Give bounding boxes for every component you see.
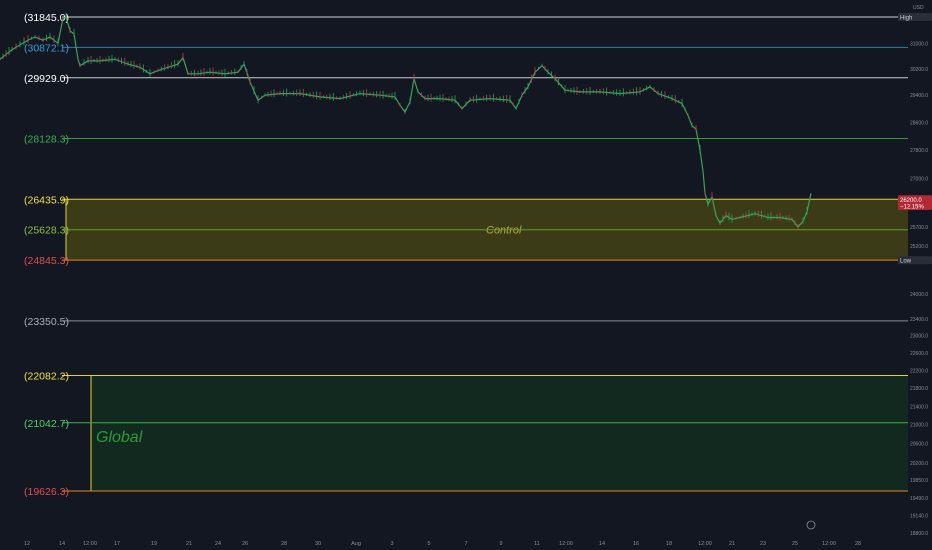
time-axis-layer: 12 14 12:00 17 19 21 24 26 28 30 Aug 3 5 7 9 11 12:00 14 1… xyxy=(24,520,861,547)
y-tick-label: 18800.0 xyxy=(910,531,928,537)
x-tick-label: 21 xyxy=(729,541,735,547)
x-tick-label: Aug xyxy=(351,541,361,547)
y-tick-label: 19490.0 xyxy=(910,496,928,502)
x-tick-label: 17 xyxy=(114,541,120,547)
level-label: (22082.2) xyxy=(24,371,69,383)
x-tick-label: 12:00 xyxy=(698,541,712,547)
y-tick-label: 19850.0 xyxy=(910,478,928,484)
y-tick-label: 27000.0 xyxy=(910,177,928,183)
price-tag[interactable]: −12.15% xyxy=(898,201,932,211)
y-tick-label: 20200.0 xyxy=(910,461,928,467)
y-tick-label: 28600.0 xyxy=(910,120,928,126)
x-tick-label: 7 xyxy=(464,541,467,547)
y-tick-label: 31000.0 xyxy=(910,41,928,47)
y-tick-label: 27800.0 xyxy=(910,148,928,154)
price-tag-label: −12.15% xyxy=(900,204,925,210)
y-tick-label: 19140.0 xyxy=(910,514,928,520)
level-label: (24845.3) xyxy=(24,255,69,267)
event-marker-icon[interactable] xyxy=(806,520,816,530)
x-tick-label: 28 xyxy=(855,541,861,547)
level-label: (26435.9) xyxy=(24,194,69,206)
y-tick-label: 20600.0 xyxy=(910,442,928,448)
x-tick-label: 24 xyxy=(215,541,221,547)
x-tick-label: 28 xyxy=(281,541,287,547)
x-tick-label: 25 xyxy=(792,541,798,547)
x-tick-label: 5 xyxy=(427,541,430,547)
zone-label-control: Control xyxy=(486,225,522,237)
x-tick-label: 12:00 xyxy=(822,541,836,547)
price-tag[interactable]: High xyxy=(898,13,932,22)
x-tick-label: 19 xyxy=(151,541,157,547)
y-tick-label: 22200.0 xyxy=(910,368,928,374)
y-tick-label: 24000.0 xyxy=(910,292,928,298)
x-tick-label: 14 xyxy=(59,541,65,547)
price-tag[interactable]: Low xyxy=(898,256,932,265)
x-tick-label: 9 xyxy=(499,541,502,547)
level-label: (21042.7) xyxy=(24,418,69,430)
y-tick-label: 29400.0 xyxy=(910,93,928,99)
level-label: (19626.3) xyxy=(24,486,69,498)
zone-global xyxy=(91,375,908,491)
x-tick-label: 30 xyxy=(315,541,321,547)
y-tick-label: 30200.0 xyxy=(910,67,928,73)
price-series-layer xyxy=(0,14,812,229)
y-tick-label: 21800.0 xyxy=(910,386,928,392)
x-tick-label: 26 xyxy=(242,541,248,547)
x-tick-label: 12 xyxy=(24,541,30,547)
y-tick-label: 21000.0 xyxy=(910,423,928,429)
level-label: (23350.5) xyxy=(24,316,69,328)
price-chart[interactable]: ControlGlobal (31845.0)(30872.1)(29929.0… xyxy=(0,0,932,550)
x-tick-label: 21 xyxy=(186,541,192,547)
price-axis-layer: USD 31000.0 30200.0 29400.0 28600.0 27800.0 27… xyxy=(908,0,932,550)
x-tick-label: 3 xyxy=(390,541,393,547)
price-axis-bg xyxy=(908,0,932,550)
x-tick-label: 14 xyxy=(599,541,605,547)
level-label: (29929.0) xyxy=(24,73,69,85)
x-tick-label: 12:00 xyxy=(83,541,97,547)
zones-layer: Control Global xyxy=(65,199,908,491)
y-tick-label: 23400.0 xyxy=(910,317,928,323)
y-tick-label: 23000.0 xyxy=(910,334,928,340)
level-label: (28128.3) xyxy=(24,134,69,146)
x-tick-label: 11 xyxy=(534,541,540,547)
price-tag-label: Low xyxy=(900,259,912,265)
y-tick-label: 25700.0 xyxy=(910,225,928,231)
y-tick-label: 25200.0 xyxy=(910,244,928,250)
price-tag-label: High xyxy=(900,16,912,22)
x-tick-label: 18 xyxy=(666,541,672,547)
chart-root: Control Global (31845.0) (30872.1) (29929.0… xyxy=(0,0,932,550)
x-tick-label: 16 xyxy=(633,541,639,547)
y-tick-label: 21400.0 xyxy=(910,404,928,410)
y-tick-label: 22600.0 xyxy=(910,351,928,357)
x-tick-label: 12:00 xyxy=(559,541,573,547)
zone-label-global: Global xyxy=(96,429,143,446)
price-line xyxy=(0,16,812,228)
y-axis-title: USD xyxy=(913,5,924,11)
x-tick-label: 23 xyxy=(760,541,766,547)
level-label: (25628.3) xyxy=(24,225,69,237)
level-label: (30872.1) xyxy=(24,42,69,54)
